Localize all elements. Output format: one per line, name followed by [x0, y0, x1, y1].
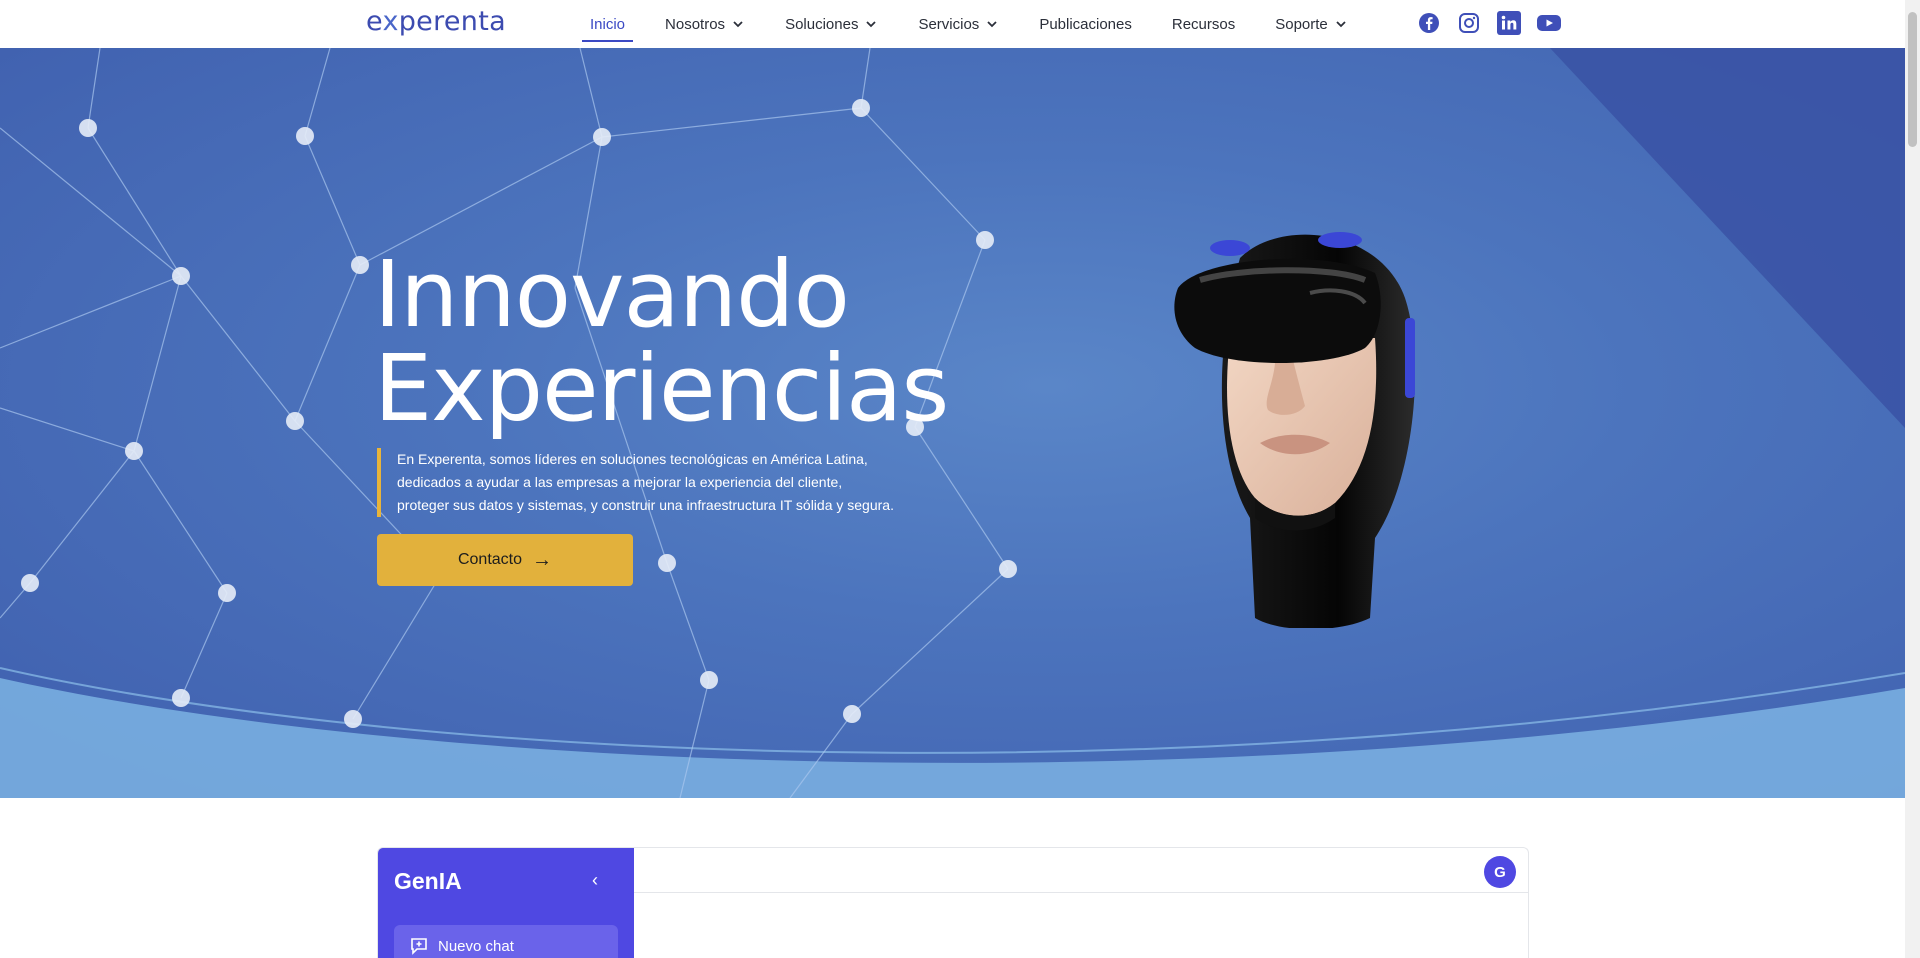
chevron-down-icon: [733, 21, 743, 28]
scrollbar-thumb[interactable]: [1908, 12, 1917, 147]
hero-section: Innovando Experiencias En Experenta, somo…: [0, 48, 1905, 798]
youtube-icon[interactable]: [1536, 10, 1562, 36]
chat-title: GenIA: [394, 868, 462, 894]
genia-chat-panel: GenIA ‹ Nuevo chat G: [377, 847, 1529, 958]
nav-item-nosotros[interactable]: Nosotros: [665, 0, 745, 48]
chat-header: G: [634, 848, 1528, 893]
new-chat-icon: [411, 938, 427, 955]
network-background: [0, 48, 1905, 798]
hero-description: En Experenta, somos líderes en solucione…: [377, 448, 897, 517]
facebook-icon[interactable]: [1416, 10, 1442, 36]
chat-sidebar: GenIA ‹ Nuevo chat: [378, 848, 634, 958]
chevron-down-icon: [1336, 21, 1346, 28]
chevron-down-icon: [987, 21, 997, 28]
nav-item-soluciones[interactable]: Soluciones: [785, 0, 878, 48]
chevron-down-icon: [866, 21, 877, 28]
nav-item-soporte[interactable]: Soporte: [1275, 0, 1348, 48]
nav-item-inicio[interactable]: Inicio: [581, 0, 634, 48]
avatar[interactable]: G: [1484, 856, 1516, 888]
nav-item-publicaciones[interactable]: Publicaciones: [1039, 0, 1132, 48]
page-scrollbar[interactable]: [1905, 0, 1920, 958]
arrow-right-icon: →: [532, 548, 553, 571]
vr-head-illustration: [1160, 218, 1440, 633]
linkedin-icon[interactable]: [1496, 10, 1522, 36]
contact-button[interactable]: Contacto →: [377, 534, 633, 586]
hero-title: Innovando Experiencias: [374, 241, 949, 442]
social-links: [1416, 10, 1562, 36]
new-chat-button[interactable]: Nuevo chat: [394, 925, 618, 958]
nav-item-recursos[interactable]: Recursos: [1172, 0, 1235, 48]
nav-item-servicios[interactable]: Servicios: [918, 0, 999, 48]
top-navbar: experenta Inicio Nosotros Soluciones Ser…: [0, 0, 1905, 48]
instagram-icon[interactable]: [1456, 10, 1482, 36]
main-nav: Inicio Nosotros Soluciones Servicios Pub…: [581, 0, 1388, 48]
experenta-logo[interactable]: experenta: [366, 6, 506, 37]
chevron-left-icon[interactable]: ‹: [592, 870, 598, 891]
